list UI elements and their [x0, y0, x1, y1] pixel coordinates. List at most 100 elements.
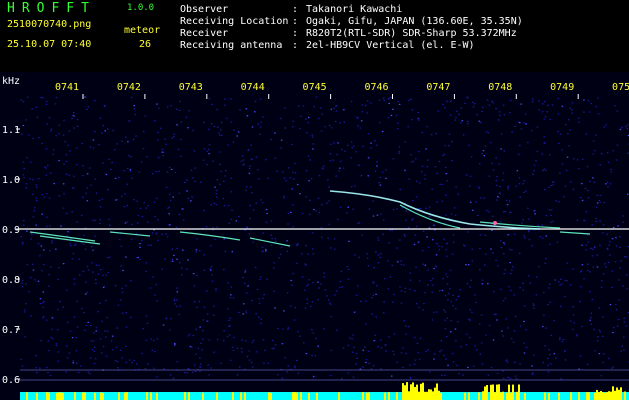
noise-speckle	[504, 297, 507, 299]
noise-speckle	[451, 160, 453, 162]
noise-speckle	[62, 183, 65, 185]
histogram-bar	[110, 395, 112, 400]
noise-speckle	[223, 330, 225, 332]
histogram-bar	[384, 392, 386, 400]
noise-speckle	[37, 243, 40, 245]
noise-speckle	[335, 120, 337, 122]
histogram-bar	[588, 392, 590, 400]
noise-speckle	[324, 125, 326, 128]
noise-speckle	[160, 127, 162, 129]
histogram-bar	[336, 394, 338, 400]
noise-speckle	[72, 252, 75, 255]
noise-speckle	[210, 204, 212, 206]
noise-speckle	[468, 318, 470, 320]
noise-speckle	[509, 112, 511, 114]
histogram-bar	[506, 392, 508, 400]
noise-speckle	[154, 351, 156, 353]
noise-speckle	[178, 192, 181, 194]
noise-speckle	[120, 245, 123, 247]
noise-speckle	[116, 360, 119, 363]
noise-speckle	[357, 125, 359, 127]
noise-speckle	[504, 243, 506, 245]
noise-speckle	[55, 135, 57, 137]
noise-speckle	[336, 329, 338, 331]
noise-speckle	[545, 327, 547, 329]
noise-speckle	[584, 187, 587, 190]
noise-speckle	[187, 127, 189, 129]
noise-speckle	[41, 302, 44, 304]
histogram-bar	[626, 394, 628, 400]
noise-speckle	[73, 283, 76, 285]
noise-speckle	[229, 297, 232, 299]
noise-speckle	[72, 360, 74, 362]
noise-speckle	[535, 160, 537, 162]
noise-speckle	[230, 218, 232, 220]
noise-speckle	[83, 312, 85, 314]
noise-speckle	[610, 171, 613, 173]
noise-speckle	[566, 262, 568, 264]
noise-speckle	[589, 291, 591, 293]
noise-speckle	[230, 359, 232, 361]
noise-speckle	[184, 371, 186, 374]
histogram-bar	[474, 394, 476, 400]
histogram-bar	[484, 386, 486, 400]
x-tick-label: 0742	[117, 82, 141, 93]
noise-speckle	[592, 177, 594, 179]
noise-speckle	[32, 216, 35, 218]
histogram-bar	[168, 396, 170, 400]
noise-speckle	[389, 229, 391, 231]
noise-speckle	[39, 298, 42, 300]
noise-speckle	[192, 177, 194, 179]
noise-speckle	[58, 159, 60, 162]
noise-speckle	[147, 205, 149, 207]
noise-speckle	[578, 117, 580, 119]
noise-speckle	[173, 136, 175, 138]
noise-speckle	[206, 320, 209, 322]
noise-speckle	[155, 284, 158, 286]
noise-speckle	[246, 115, 249, 117]
noise-speckle	[168, 329, 171, 331]
noise-speckle	[481, 279, 484, 281]
noise-speckle	[93, 350, 96, 352]
noise-speckle	[111, 335, 114, 337]
noise-speckle	[194, 180, 196, 183]
noise-speckle	[611, 286, 613, 288]
noise-speckle	[450, 213, 453, 215]
histogram-bar	[414, 387, 416, 400]
noise-speckle	[287, 365, 289, 367]
histogram-bar	[172, 393, 174, 400]
noise-speckle	[76, 125, 79, 127]
noise-speckle	[90, 357, 92, 359]
noise-speckle	[498, 196, 500, 198]
noise-speckle	[247, 149, 249, 151]
noise-speckle	[339, 286, 341, 288]
noise-speckle	[254, 100, 257, 102]
noise-speckle	[452, 234, 455, 236]
histogram-bar	[88, 393, 90, 400]
noise-speckle	[424, 264, 427, 266]
histogram-bar	[488, 393, 490, 400]
noise-speckle	[125, 345, 127, 348]
histogram-bar	[510, 392, 512, 400]
noise-speckle	[62, 263, 65, 265]
noise-speckle	[433, 267, 435, 270]
noise-speckle	[390, 114, 393, 116]
noise-speckle	[460, 122, 462, 124]
noise-speckle	[598, 307, 600, 309]
noise-speckle	[62, 207, 65, 209]
histogram-bar	[268, 392, 270, 400]
noise-speckle	[20, 358, 22, 360]
noise-speckle	[549, 118, 551, 121]
noise-speckle	[492, 169, 495, 171]
histogram-bar	[574, 393, 576, 400]
histogram-bar	[594, 392, 596, 400]
noise-speckle	[403, 320, 405, 322]
noise-speckle	[400, 302, 403, 304]
noise-speckle	[627, 193, 629, 195]
noise-speckle	[502, 335, 504, 337]
noise-speckle	[590, 102, 592, 105]
histogram-bar	[100, 392, 102, 400]
noise-speckle	[245, 310, 247, 312]
noise-speckle	[404, 291, 406, 293]
noise-speckle	[168, 206, 170, 208]
